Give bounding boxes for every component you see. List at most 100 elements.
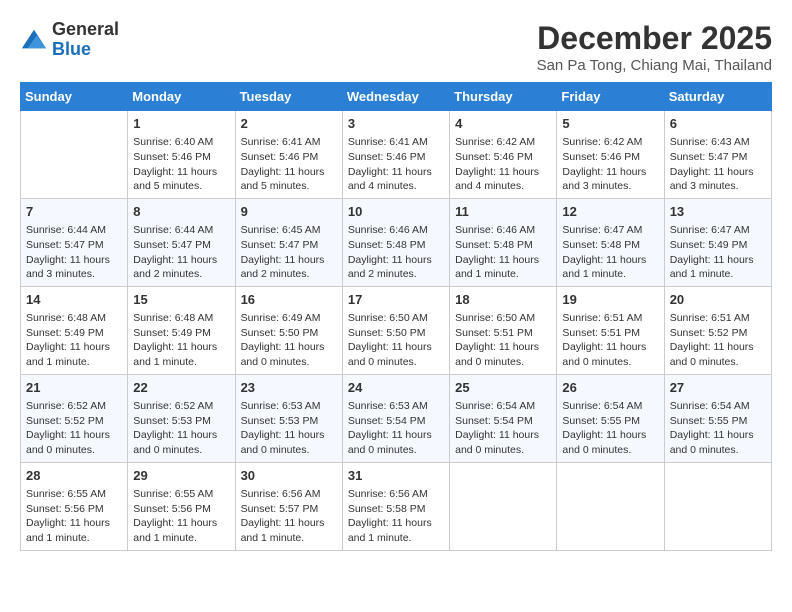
header-cell-wednesday: Wednesday	[342, 83, 449, 111]
day-number: 18	[455, 291, 551, 309]
cell-sun-info: Sunrise: 6:42 AMSunset: 5:46 PMDaylight:…	[562, 135, 658, 194]
day-number: 28	[26, 467, 122, 485]
calendar-cell: 17Sunrise: 6:50 AMSunset: 5:50 PMDayligh…	[342, 286, 449, 374]
header-cell-saturday: Saturday	[664, 83, 771, 111]
calendar-cell	[664, 462, 771, 550]
day-number: 1	[133, 115, 229, 133]
cell-sun-info: Sunrise: 6:52 AMSunset: 5:53 PMDaylight:…	[133, 399, 229, 458]
day-number: 8	[133, 203, 229, 221]
logo-blue-text: Blue	[52, 40, 119, 60]
calendar-cell: 3 Sunrise: 6:41 AMSunset: 5:46 PMDaylight…	[342, 111, 449, 199]
calendar-cell: 23 Sunrise: 6:53 AMSunset: 5:53 PMDayligh…	[235, 374, 342, 462]
cell-sun-info: Sunrise: 6:41 AMSunset: 5:46 PMDaylight:…	[241, 135, 337, 194]
calendar-cell: 10 Sunrise: 6:46 AMSunset: 5:48 PMDayligh…	[342, 198, 449, 286]
day-number: 23	[241, 379, 337, 397]
cell-sun-info: Sunrise: 6:55 AMSunset: 5:56 PMDaylight:…	[26, 487, 122, 546]
cell-sun-info: Sunrise: 6:51 AMSunset: 5:51 PMDaylight:…	[562, 311, 658, 370]
day-number: 27	[670, 379, 766, 397]
calendar-header-row: SundayMondayTuesdayWednesdayThursdayFrid…	[21, 83, 772, 111]
calendar-cell: 20 Sunrise: 6:51 AMSunset: 5:52 PMDayligh…	[664, 286, 771, 374]
header-cell-monday: Monday	[128, 83, 235, 111]
calendar-cell: 26 Sunrise: 6:54 AMSunset: 5:55 PMDayligh…	[557, 374, 664, 462]
day-number: 11	[455, 203, 551, 221]
calendar-table: SundayMondayTuesdayWednesdayThursdayFrid…	[20, 82, 772, 551]
calendar-cell: 7Sunrise: 6:44 AMSunset: 5:47 PMDaylight…	[21, 198, 128, 286]
calendar-cell: 14 Sunrise: 6:48 AMSunset: 5:49 PMDayligh…	[21, 286, 128, 374]
cell-sun-info: Sunrise: 6:43 AMSunset: 5:47 PMDaylight:…	[670, 135, 766, 194]
calendar-cell: 28 Sunrise: 6:55 AMSunset: 5:56 PMDayligh…	[21, 462, 128, 550]
cell-sun-info: Sunrise: 6:55 AMSunset: 5:56 PMDaylight:…	[133, 487, 229, 546]
calendar-cell: 5 Sunrise: 6:42 AMSunset: 5:46 PMDaylight…	[557, 111, 664, 199]
header-cell-tuesday: Tuesday	[235, 83, 342, 111]
day-number: 24	[348, 379, 444, 397]
calendar-week-row: 28 Sunrise: 6:55 AMSunset: 5:56 PMDayligh…	[21, 462, 772, 550]
day-number: 16	[241, 291, 337, 309]
header-cell-thursday: Thursday	[450, 83, 557, 111]
month-title: December 2025	[537, 20, 772, 57]
logo-general-text: General	[52, 20, 119, 40]
calendar-week-row: 1 Sunrise: 6:40 AMSunset: 5:46 PMDaylight…	[21, 111, 772, 199]
calendar-cell	[557, 462, 664, 550]
cell-sun-info: Sunrise: 6:46 AMSunset: 5:48 PMDaylight:…	[348, 223, 444, 282]
header-cell-sunday: Sunday	[21, 83, 128, 111]
calendar-week-row: 7 Sunrise: 6:44 AMSunset: 5:47 PMDaylight…	[21, 198, 772, 286]
calendar-cell: 19 Sunrise: 6:51 AMSunset: 5:51 PMDayligh…	[557, 286, 664, 374]
calendar-cell: 11Sunrise: 6:46 AMSunset: 5:48 PMDayligh…	[450, 198, 557, 286]
day-number: 7	[26, 203, 122, 221]
calendar-cell: 27 Sunrise: 6:54 AMSunset: 5:55 PMDayligh…	[664, 374, 771, 462]
calendar-week-row: 14 Sunrise: 6:48 AMSunset: 5:49 PMDayligh…	[21, 286, 772, 374]
day-number: 22	[133, 379, 229, 397]
day-number: 5	[562, 115, 658, 133]
cell-sun-info: Sunrise: 6:40 AMSunset: 5:46 PMDaylight:…	[133, 135, 229, 194]
calendar-week-row: 21 Sunrise: 6:52 AMSunset: 5:52 PMDayligh…	[21, 374, 772, 462]
cell-sun-info: Sunrise: 6:41 AMSunset: 5:46 PMDaylight:…	[348, 135, 444, 194]
day-number: 3	[348, 115, 444, 133]
day-number: 13	[670, 203, 766, 221]
calendar-cell: 18 Sunrise: 6:50 AMSunset: 5:51 PMDayligh…	[450, 286, 557, 374]
day-number: 26	[562, 379, 658, 397]
calendar-cell: 4 Sunrise: 6:42 AMSunset: 5:46 PMDaylight…	[450, 111, 557, 199]
day-number: 29	[133, 467, 229, 485]
day-number: 4	[455, 115, 551, 133]
cell-sun-info: Sunrise: 6:53 AMSunset: 5:53 PMDaylight:…	[241, 399, 337, 458]
calendar-cell: 8 Sunrise: 6:44 AMSunset: 5:47 PMDaylight…	[128, 198, 235, 286]
cell-sun-info: Sunrise: 6:54 AMSunset: 5:54 PMDaylight:…	[455, 399, 551, 458]
cell-sun-info: Sunrise: 6:52 AMSunset: 5:52 PMDaylight:…	[26, 399, 122, 458]
cell-sun-info: Sunrise: 6:49 AMSunset: 5:50 PMDaylight:…	[241, 311, 337, 370]
cell-sun-info: Sunrise: 6:47 AMSunset: 5:48 PMDaylight:…	[562, 223, 658, 282]
cell-sun-info: Sunrise: 6:54 AMSunset: 5:55 PMDaylight:…	[562, 399, 658, 458]
day-number: 6	[670, 115, 766, 133]
day-number: 19	[562, 291, 658, 309]
logo-icon	[20, 26, 48, 54]
cell-sun-info: Sunrise: 6:42 AMSunset: 5:46 PMDaylight:…	[455, 135, 551, 194]
location-subtitle: San Pa Tong, Chiang Mai, Thailand	[537, 57, 772, 74]
calendar-cell: 22 Sunrise: 6:52 AMSunset: 5:53 PMDayligh…	[128, 374, 235, 462]
day-number: 21	[26, 379, 122, 397]
cell-sun-info: Sunrise: 6:54 AMSunset: 5:55 PMDaylight:…	[670, 399, 766, 458]
calendar-cell	[21, 111, 128, 199]
day-number: 25	[455, 379, 551, 397]
day-number: 31	[348, 467, 444, 485]
calendar-cell: 24Sunrise: 6:53 AMSunset: 5:54 PMDayligh…	[342, 374, 449, 462]
cell-sun-info: Sunrise: 6:56 AMSunset: 5:57 PMDaylight:…	[241, 487, 337, 546]
cell-sun-info: Sunrise: 6:48 AMSunset: 5:49 PMDaylight:…	[26, 311, 122, 370]
header-cell-friday: Friday	[557, 83, 664, 111]
cell-sun-info: Sunrise: 6:44 AMSunset: 5:47 PMDaylight:…	[133, 223, 229, 282]
calendar-cell: 13 Sunrise: 6:47 AMSunset: 5:49 PMDayligh…	[664, 198, 771, 286]
day-number: 20	[670, 291, 766, 309]
day-number: 2	[241, 115, 337, 133]
cell-sun-info: Sunrise: 6:47 AMSunset: 5:49 PMDaylight:…	[670, 223, 766, 282]
day-number: 14	[26, 291, 122, 309]
cell-sun-info: Sunrise: 6:50 AMSunset: 5:51 PMDaylight:…	[455, 311, 551, 370]
calendar-cell: 1 Sunrise: 6:40 AMSunset: 5:46 PMDaylight…	[128, 111, 235, 199]
cell-sun-info: Sunrise: 6:45 AMSunset: 5:47 PMDaylight:…	[241, 223, 337, 282]
calendar-cell: 29 Sunrise: 6:55 AMSunset: 5:56 PMDayligh…	[128, 462, 235, 550]
calendar-cell: 16 Sunrise: 6:49 AMSunset: 5:50 PMDayligh…	[235, 286, 342, 374]
cell-sun-info: Sunrise: 6:50 AMSunset: 5:50 PMDaylight:…	[348, 311, 444, 370]
day-number: 10	[348, 203, 444, 221]
calendar-cell: 9Sunrise: 6:45 AMSunset: 5:47 PMDaylight…	[235, 198, 342, 286]
calendar-cell: 31Sunrise: 6:56 AMSunset: 5:58 PMDayligh…	[342, 462, 449, 550]
calendar-cell: 12Sunrise: 6:47 AMSunset: 5:48 PMDayligh…	[557, 198, 664, 286]
cell-sun-info: Sunrise: 6:51 AMSunset: 5:52 PMDaylight:…	[670, 311, 766, 370]
calendar-cell: 25 Sunrise: 6:54 AMSunset: 5:54 PMDayligh…	[450, 374, 557, 462]
